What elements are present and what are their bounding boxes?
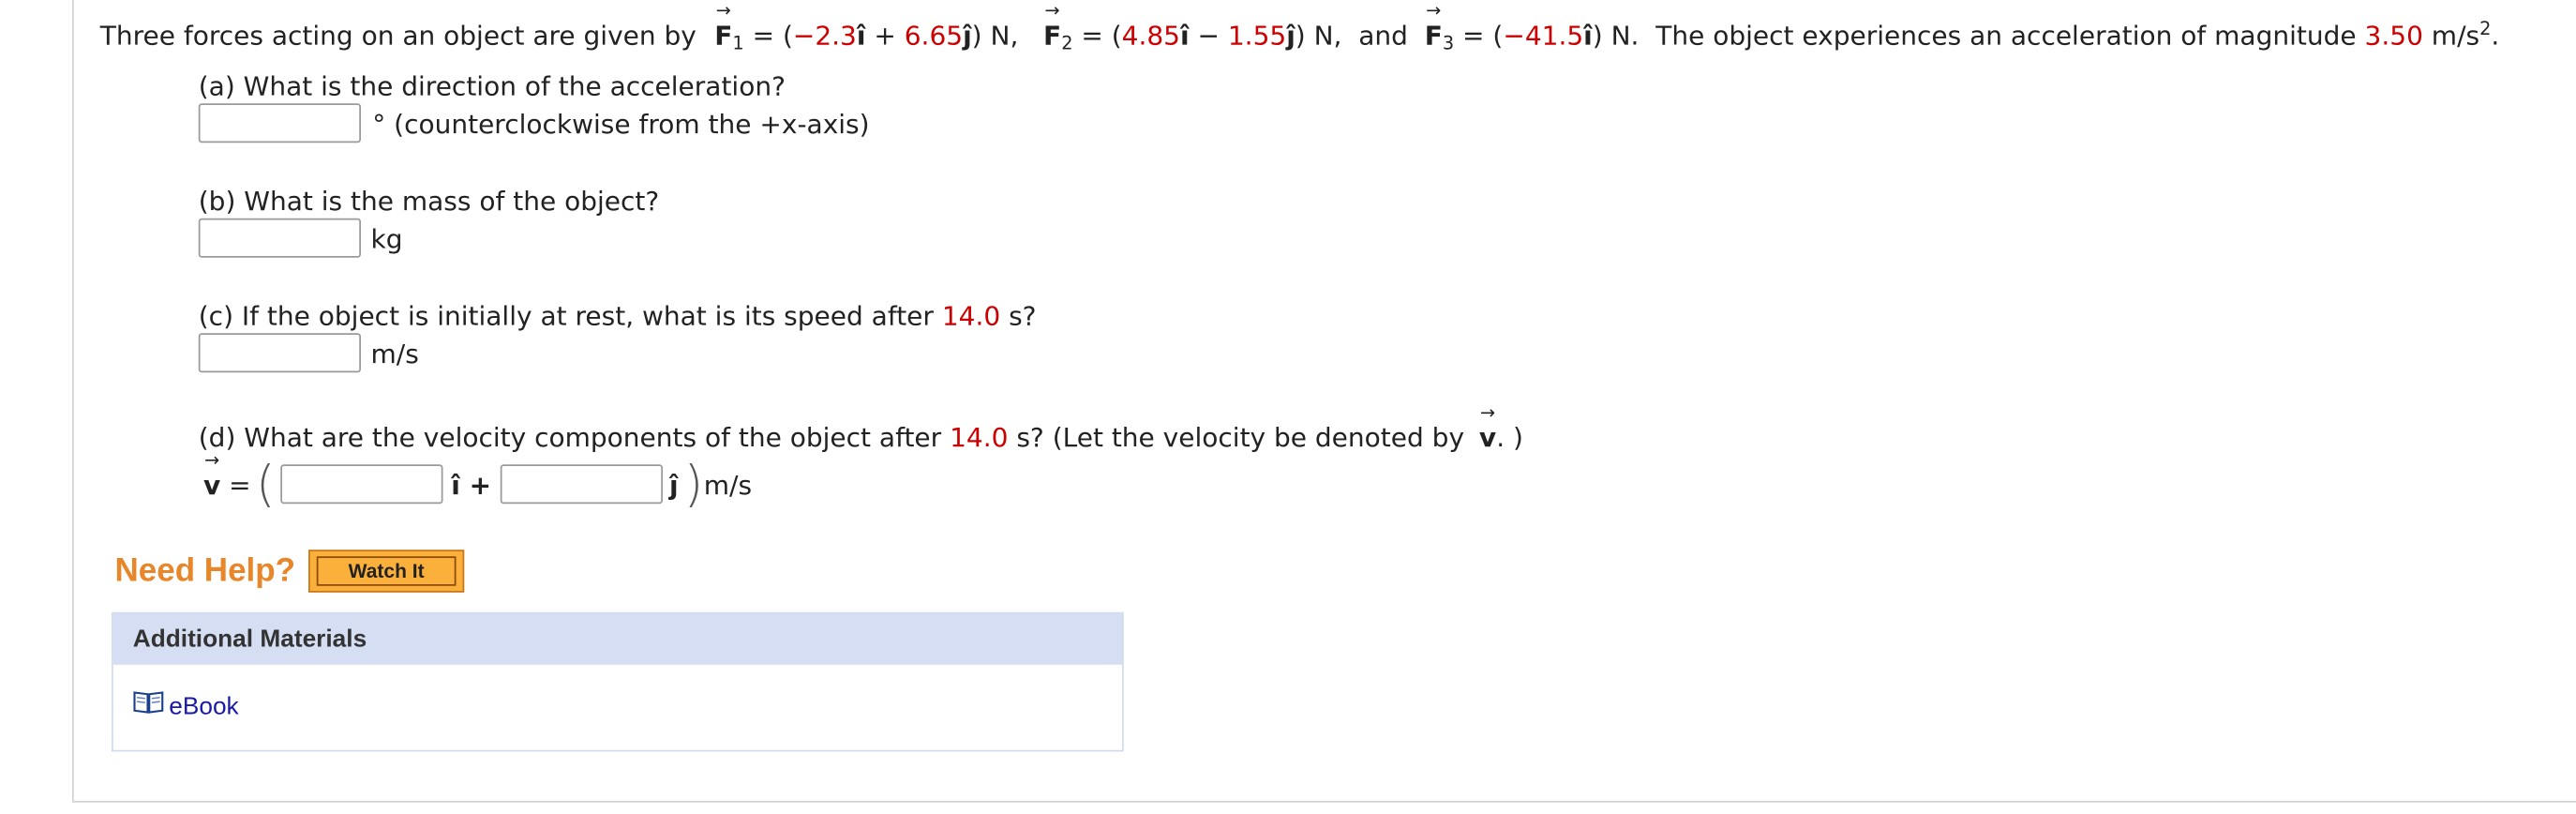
force-2-subscript: 2 xyxy=(1061,33,1073,54)
left-parenthesis: ( xyxy=(256,456,276,514)
force-1-subscript: 1 xyxy=(732,33,744,54)
right-parenthesis: ) xyxy=(683,456,704,514)
part-a-question: (a) What is the direction of the acceler… xyxy=(198,70,786,102)
velocity-vector-label: → v xyxy=(1478,401,1497,454)
ebook-label: eBook xyxy=(169,691,239,720)
force-3-x-value: −41.5 xyxy=(1503,20,1584,52)
part-b-answer-input[interactable] xyxy=(198,218,361,258)
force-3-vector: → F xyxy=(1424,0,1443,52)
part-d-question: (d) What are the velocity components of … xyxy=(198,401,1523,454)
part-a-answer-input[interactable] xyxy=(198,103,361,143)
part-d-time-value: 14.0 xyxy=(950,421,1009,453)
part-c-time-value: 14.0 xyxy=(941,300,1001,332)
part-c-question: (c) If the object is initially at rest, … xyxy=(198,300,1037,332)
j-hat-label: ĵ xyxy=(669,469,679,501)
part-b-unit: kg xyxy=(370,223,403,255)
force-2-y-value: 1.55 xyxy=(1227,20,1287,52)
acceleration-value: 3.50 xyxy=(2364,20,2423,52)
force-1-vector: → F xyxy=(714,0,733,52)
part-d-unit: m/s xyxy=(703,469,753,501)
force-2-vector: → F xyxy=(1043,0,1062,52)
force-1-y-value: 6.65 xyxy=(904,20,964,52)
velocity-x-input[interactable] xyxy=(280,464,443,505)
force-1-x-value: −2.3 xyxy=(792,20,857,52)
force-3-subscript: 3 xyxy=(1442,33,1455,54)
velocity-equation-label: → v = xyxy=(203,449,251,501)
book-icon xyxy=(133,689,164,722)
additional-materials-panel: Additional Materials eBook xyxy=(112,611,1124,752)
part-a-unit: ° (counterclockwise from the +x-axis) xyxy=(372,108,870,140)
watch-it-button[interactable]: Watch It xyxy=(308,550,465,593)
intro-text: Three forces acting on an object are giv… xyxy=(99,20,696,52)
ebook-link[interactable]: eBook xyxy=(133,689,239,722)
and-word: and xyxy=(1358,20,1408,52)
i-hat-label: î + xyxy=(451,469,492,501)
part-c-unit: m/s xyxy=(370,338,419,369)
part-b-question: (b) What is the mass of the object? xyxy=(198,185,660,217)
part-c-answer-input[interactable] xyxy=(198,333,361,373)
watch-it-label: Watch It xyxy=(316,556,457,586)
velocity-y-input[interactable] xyxy=(500,464,663,505)
acceleration-unit: m/s2. xyxy=(2431,18,2500,52)
problem-statement: Three forces acting on an object are giv… xyxy=(99,0,2500,54)
additional-materials-title: Additional Materials xyxy=(112,613,1122,665)
acceleration-text: The object experiences an acceleration o… xyxy=(1655,20,2357,52)
need-help-label: Need Help? xyxy=(114,552,296,590)
force-2-x-value: 4.85 xyxy=(1121,20,1180,52)
